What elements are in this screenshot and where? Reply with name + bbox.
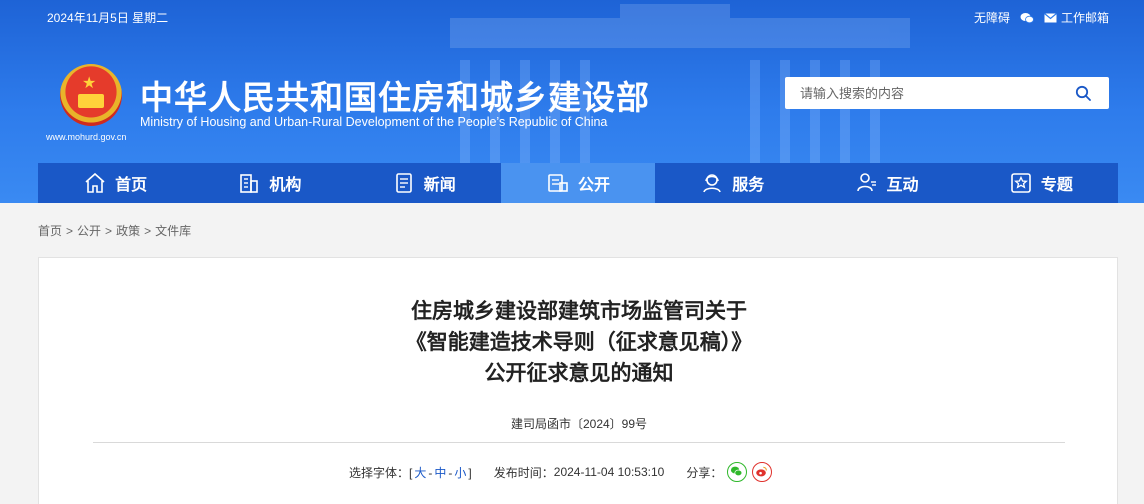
document-icon (548, 174, 568, 192)
breadcrumb: 首页 > 公开 > 政策 > 文件库 (38, 224, 192, 238)
nav-item-label: 公开 (577, 177, 610, 194)
publish-time: 2024-11-04 10:53:10 (553, 465, 665, 479)
nav-item-label: 互动 (886, 177, 919, 194)
national-emblem-logo[interactable]: ★ (60, 64, 122, 126)
nav-item-interaction[interactable]: 互动 (809, 163, 963, 203)
weibo-share-icon[interactable] (752, 462, 773, 482)
main-nav: 首页 机构 新闻 公开 服务 互动 专题 (38, 163, 1118, 203)
site-title-english: Ministry of Housing and Urban-Rural Deve… (140, 115, 608, 129)
divider (93, 442, 1065, 443)
search-input[interactable] (785, 77, 1065, 109)
site-title[interactable]: 中华人民共和国住房和城乡建设部 (140, 71, 650, 119)
search-box (785, 77, 1109, 109)
article-title-line: 公开征求意见的通知 (484, 361, 674, 385)
service-icon (703, 174, 722, 193)
nav-item-topics[interactable]: 专题 (964, 163, 1118, 203)
article-meta: 选择字体：[大 - 中 - 小] 发布时间： 2024-11-04 10:53:10 分… (349, 462, 773, 482)
nav-item-service[interactable]: 服务 (655, 163, 809, 203)
accessibility-link[interactable]: 无障碍 (974, 9, 1010, 26)
font-size-small[interactable]: 小 (454, 466, 466, 480)
wechat-share-icon[interactable] (727, 462, 748, 482)
nav-item-label: 专题 (1040, 177, 1073, 194)
current-date: 2024年11月5日 星期二 (47, 11, 169, 25)
breadcrumb-policy[interactable]: 政策 (116, 224, 140, 238)
newspaper-icon (395, 173, 412, 193)
nav-item-news[interactable]: 新闻 (347, 163, 501, 203)
article-title: 住房城乡建设部建筑市场监管司关于 《智能建造技术导则（征求意见稿）》 公开征求意… (39, 296, 1119, 389)
share-label: 分享： (686, 465, 723, 480)
nav-item-label: 机构 (269, 177, 302, 194)
site-url: www.mohurd.gov.cn (46, 132, 127, 142)
nav-item-public[interactable]: 公开 (500, 163, 656, 203)
wechat-icon[interactable] (1020, 12, 1034, 24)
nav-item-label: 新闻 (423, 177, 456, 194)
article-card: 住房城乡建设部建筑市场监管司关于 《智能建造技术导则（征求意见稿）》 公开征求意… (38, 257, 1118, 504)
breadcrumb-public[interactable]: 公开 (77, 224, 101, 238)
search-icon[interactable] (1075, 85, 1091, 101)
nav-item-label: 首页 (115, 177, 148, 194)
font-size-selector: 选择字体：[大 - 中 - 小] (349, 464, 472, 481)
font-size-separator: - (448, 465, 453, 480)
mail-icon (1044, 12, 1057, 22)
font-size-bracket-open: [ (409, 465, 413, 480)
article-title-line: 住房城乡建设部建筑市场监管司关于 (411, 299, 747, 323)
breadcrumb-home[interactable]: 首页 (38, 224, 62, 238)
font-size-medium[interactable]: 中 (434, 466, 446, 480)
top-links: 无障碍 工作邮箱 (974, 9, 1109, 26)
font-size-large[interactable]: 大 (414, 466, 426, 480)
font-size-label: 选择字体： (349, 465, 410, 480)
nav-item-label: 服务 (732, 177, 765, 194)
breadcrumb-file-library[interactable]: 文件库 (155, 224, 191, 238)
document-number: 建司局函市〔2024〕99号 (510, 417, 648, 431)
star-icon (1011, 173, 1031, 193)
nav-item-organization[interactable]: 机构 (192, 163, 346, 203)
article-title-line: 《智能建造技术导则（征求意见稿）》 (405, 330, 753, 354)
font-size-separator: - (428, 465, 433, 480)
nav-item-home[interactable]: 首页 (38, 163, 192, 203)
publish-time-label: 发布时间： (493, 465, 554, 480)
user-interact-icon (856, 173, 876, 192)
home-icon (85, 172, 105, 193)
font-size-bracket-close: ] (468, 465, 472, 480)
work-mail-label: 工作邮箱 (1060, 11, 1109, 25)
building-icon (240, 174, 259, 193)
work-mail-link[interactable]: 工作邮箱 (1044, 9, 1109, 26)
